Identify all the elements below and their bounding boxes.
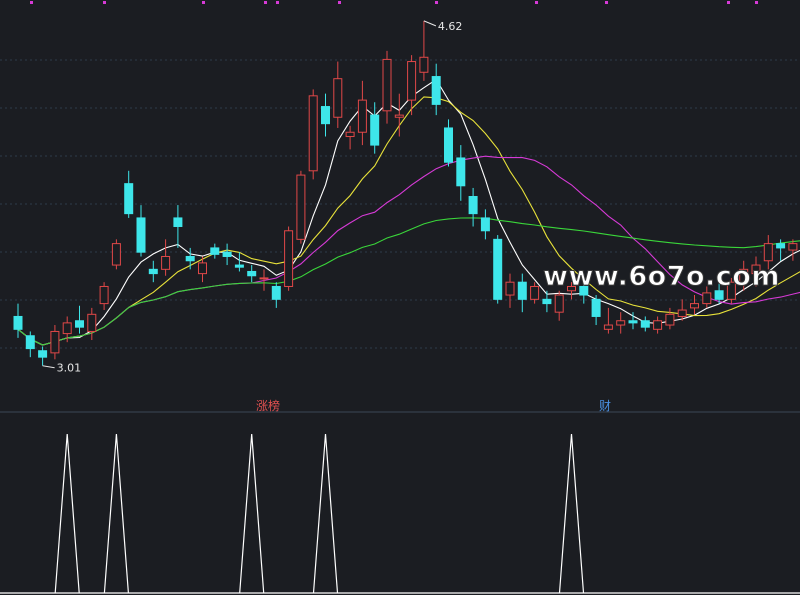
candle-body [284,230,294,287]
candle [111,239,121,270]
candle-body [653,320,663,330]
candle-body [714,290,724,300]
candle-body [616,320,626,326]
marker-dot [202,1,205,4]
candle [296,170,306,244]
candle-body [480,217,490,232]
candle-body [370,114,380,146]
watermark: www.6o7o.com [543,261,780,292]
event-tag-cai[interactable]: 财 [599,399,611,413]
candle-body [185,255,195,262]
candle-body [124,183,134,215]
high-price-label: 4.62 [438,20,463,33]
candle-body [665,313,675,326]
chart-background [0,0,800,595]
candle [493,235,503,304]
candle-body [640,320,650,328]
candle-body [75,320,84,328]
candle-body [271,285,281,300]
marker-dot [103,1,106,4]
candle-body [603,324,613,330]
candle-body [407,61,417,101]
candle-body [394,114,404,118]
candle-body [530,285,540,300]
candle-body [222,251,232,257]
candle-body [198,262,207,275]
event-tag-zhangbang[interactable]: 涨榜 [256,398,280,413]
candle-body [542,298,552,305]
candle-body [148,268,158,275]
marker-dot [755,1,758,4]
candle-body [517,281,527,300]
candle-body [247,270,257,277]
marker-dot [276,1,279,4]
candle-body [677,309,687,317]
marker-dot [605,1,608,4]
candle-body [333,78,343,118]
candle-body [788,243,798,251]
marker-dot [30,1,33,4]
candle-body [321,106,330,125]
candle-body [25,335,35,350]
stock-chart: 4.62 3.01 涨榜 财 www.6o7o.com [0,0,800,595]
candle-body [505,281,515,296]
candle-body [99,285,109,305]
candle-body [296,174,306,240]
candle [284,226,294,291]
candle-body [173,217,183,227]
candle-body [136,217,146,253]
candle-body [628,320,638,324]
candle-body [259,277,269,280]
marker-dot [727,1,730,4]
marker-dot [435,1,438,4]
candle-body [62,322,72,335]
candle-body [456,157,466,187]
candle-body [554,294,564,313]
candle-body [161,255,171,270]
candle-body [210,247,220,255]
candle-body [763,243,773,262]
candle-body [345,131,355,138]
marker-dot [264,1,267,4]
candle-body [431,76,441,105]
marker-dot [338,1,341,4]
candle [308,89,318,180]
candle-body [308,95,318,172]
marker-dot [535,1,538,4]
candle-body [419,56,429,73]
candle-body [776,243,786,249]
candle-body [493,238,503,300]
candle-body [234,264,244,268]
candle-body [690,303,699,309]
low-price-label: 3.01 [57,362,82,375]
candle-body [382,58,392,112]
candle-body [13,315,23,330]
candle-body [111,243,121,266]
candle-body [38,350,48,358]
candle-body [591,298,601,317]
candle-body [50,330,60,354]
candle-body [468,196,478,215]
candle-body [444,127,453,163]
candle-body [702,292,712,305]
candle-body [357,99,367,133]
candle-body [87,313,97,332]
